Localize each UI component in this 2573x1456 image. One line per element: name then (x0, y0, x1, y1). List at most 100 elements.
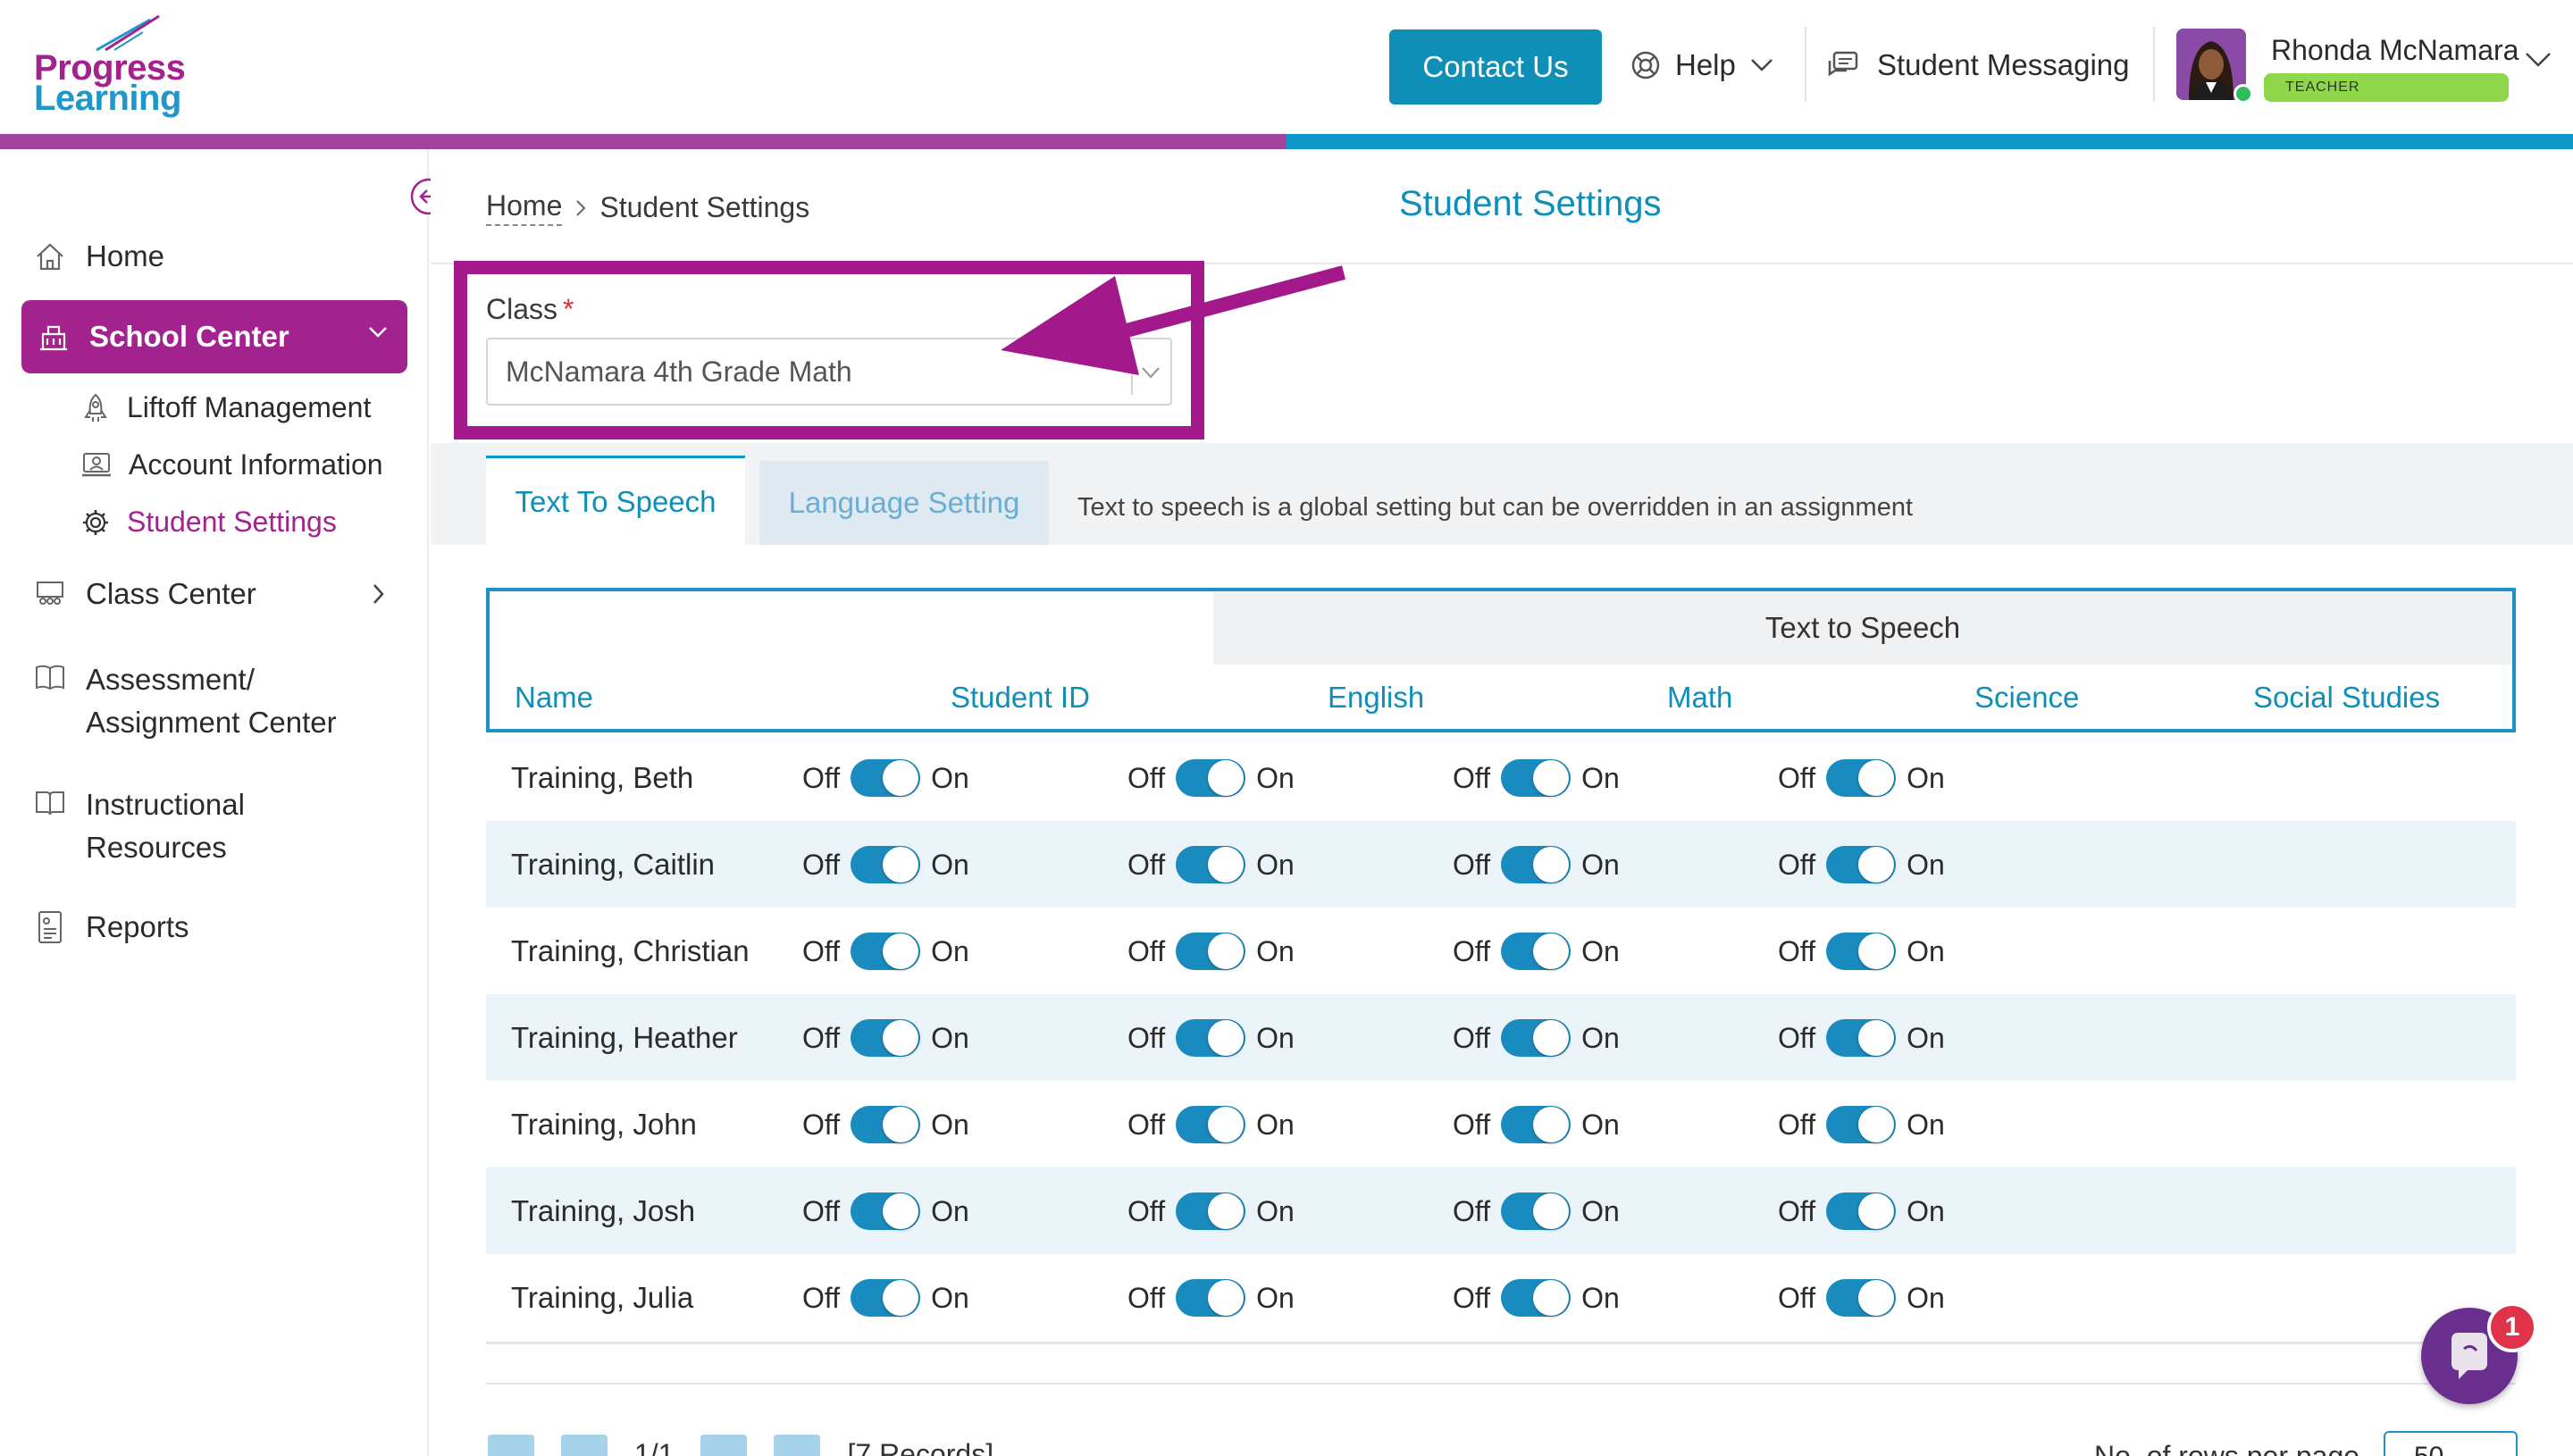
tts-toggle-social-studies[interactable]: Off On (1778, 933, 1945, 970)
toggle-switch[interactable] (1501, 846, 1571, 883)
toggle-knob (1858, 760, 1895, 796)
tts-toggle-science[interactable]: Off On (1453, 1019, 1620, 1057)
toggle-knob (883, 760, 919, 796)
toggle-switch[interactable] (1176, 846, 1246, 883)
column-header-name[interactable]: Name (515, 681, 593, 715)
last-page-button[interactable] (774, 1435, 821, 1456)
table-row: Training, John Off On Off On Off On Off On (486, 1081, 2516, 1167)
sidebar-item-class-center[interactable]: Class Center (34, 577, 256, 611)
tts-toggle-math[interactable]: Off On (1127, 846, 1295, 883)
sidebar-subitem-label: Liftoff Management (127, 391, 372, 423)
toggle-switch[interactable] (1826, 1192, 1897, 1230)
tts-toggle-math[interactable]: Off On (1127, 1279, 1295, 1317)
sidebar-subitem-account[interactable]: Account Information (80, 448, 383, 481)
sidebar-subitem-student-settings[interactable]: Student Settings (80, 506, 337, 539)
next-page-button[interactable] (700, 1435, 748, 1456)
tts-toggle-english[interactable]: Off On (802, 933, 969, 970)
breadcrumb-home-link[interactable]: Home (486, 189, 563, 226)
sidebar-item-label: Home (86, 239, 165, 272)
student-name: Training, Caitlin (511, 848, 716, 881)
toggle-knob (1858, 1020, 1895, 1056)
prev-page-button[interactable] (561, 1435, 608, 1456)
toggle-switch[interactable] (1826, 846, 1897, 883)
sidebar-item-assessment[interactable]: Assessment/ Assignment Center (34, 663, 337, 740)
sidebar-item-school-center[interactable]: School Center (21, 300, 407, 373)
tts-toggle-math[interactable]: Off On (1127, 933, 1295, 970)
toggle-switch[interactable] (1826, 1106, 1897, 1143)
toggle-switch[interactable] (1826, 1279, 1897, 1317)
tab-language-setting[interactable]: Language Setting (759, 461, 1049, 545)
toggle-switch[interactable] (851, 1279, 921, 1317)
tts-toggle-science[interactable]: Off On (1453, 1106, 1620, 1143)
sidebar-item-instructional[interactable]: Instructional Resources (34, 788, 245, 865)
sidebar-item-home[interactable]: Home (34, 239, 164, 273)
tts-toggle-science[interactable]: Off On (1453, 1279, 1620, 1317)
toggle-switch[interactable] (1501, 933, 1571, 970)
toggle-switch[interactable] (1501, 1279, 1571, 1317)
toggle-off-label: Off (1453, 1021, 1491, 1054)
contact-us-button[interactable]: Contact Us (1389, 29, 1602, 105)
toggle-on-label: On (931, 1281, 969, 1314)
toggle-switch[interactable] (851, 846, 921, 883)
first-page-button[interactable] (488, 1435, 534, 1456)
tts-toggle-math[interactable]: Off On (1127, 1106, 1295, 1143)
breadcrumb: Home Student Settings (486, 189, 809, 226)
table-header: Text to Speech Name Student ID English M… (486, 588, 2516, 732)
tts-toggle-science[interactable]: Off On (1453, 759, 1620, 797)
tts-toggle-english[interactable]: Off On (802, 1279, 969, 1317)
tts-toggle-science[interactable]: Off On (1453, 1192, 1620, 1230)
toggle-switch[interactable] (1501, 1192, 1571, 1230)
toggle-switch[interactable] (1501, 1019, 1571, 1057)
column-header-student-id[interactable]: Student ID (951, 681, 1090, 715)
student-name: Training, Heather (511, 1021, 738, 1054)
toggle-switch[interactable] (1176, 759, 1246, 797)
toggle-switch[interactable] (1826, 933, 1897, 970)
toggle-switch[interactable] (1176, 933, 1246, 970)
toggle-switch[interactable] (851, 1106, 921, 1143)
toggle-switch[interactable] (1501, 759, 1571, 797)
toggle-switch[interactable] (1176, 1192, 1246, 1230)
tts-toggle-social-studies[interactable]: Off On (1778, 1106, 1945, 1143)
sidebar-item-reports[interactable]: Reports (34, 909, 189, 945)
sidebar-subitem-liftoff[interactable]: Liftoff Management (80, 391, 371, 424)
notification-badge: 1 (2487, 1302, 2537, 1352)
tts-toggle-english[interactable]: Off On (802, 1192, 969, 1230)
tts-toggle-social-studies[interactable]: Off On (1778, 1019, 1945, 1057)
tts-toggle-english[interactable]: Off On (802, 1106, 969, 1143)
tts-toggle-science[interactable]: Off On (1453, 933, 1620, 970)
help-menu[interactable]: Help (1630, 43, 1773, 88)
toggle-switch[interactable] (851, 1019, 921, 1057)
progress-learning-logo[interactable]: Progress Learning (34, 14, 195, 121)
tts-toggle-social-studies[interactable]: Off On (1778, 846, 1945, 883)
toggle-switch[interactable] (1176, 1019, 1246, 1057)
toggle-switch[interactable] (851, 759, 921, 797)
toggle-switch[interactable] (851, 933, 921, 970)
tab-help-note: Text to speech is a global setting but c… (1077, 493, 1914, 522)
toggle-off-label: Off (1778, 1194, 1816, 1227)
toggle-switch[interactable] (1176, 1279, 1246, 1317)
user-name[interactable]: Rhonda McNamara (2271, 34, 2519, 67)
chevron-down-icon[interactable] (2525, 52, 2552, 68)
tts-toggle-social-studies[interactable]: Off On (1778, 759, 1945, 797)
tts-toggle-math[interactable]: Off On (1127, 1019, 1295, 1057)
toggle-switch[interactable] (1826, 759, 1897, 797)
tts-toggle-english[interactable]: Off On (802, 759, 969, 797)
student-messaging-link[interactable]: Student Messaging (1827, 43, 2130, 88)
tab-text-to-speech[interactable]: Text To Speech (486, 456, 745, 545)
toggle-switch[interactable] (1826, 1019, 1897, 1057)
rows-per-page-select[interactable]: 50 (2384, 1431, 2518, 1456)
tts-toggle-social-studies[interactable]: Off On (1778, 1192, 1945, 1230)
toggle-on-label: On (931, 761, 969, 794)
tts-toggle-english[interactable]: Off On (802, 846, 969, 883)
toggle-switch[interactable] (1176, 1106, 1246, 1143)
toggle-switch[interactable] (851, 1192, 921, 1230)
toggle-off-label: Off (1127, 1281, 1166, 1314)
toggle-switch[interactable] (1501, 1106, 1571, 1143)
tts-toggle-science[interactable]: Off On (1453, 846, 1620, 883)
tts-toggle-english[interactable]: Off On (802, 1019, 969, 1057)
chevron-right-icon[interactable] (372, 582, 386, 606)
tts-toggle-math[interactable]: Off On (1127, 759, 1295, 797)
sidebar-item-label: Assessment/ (86, 663, 255, 696)
tts-toggle-social-studies[interactable]: Off On (1778, 1279, 1945, 1317)
tts-toggle-math[interactable]: Off On (1127, 1192, 1295, 1230)
